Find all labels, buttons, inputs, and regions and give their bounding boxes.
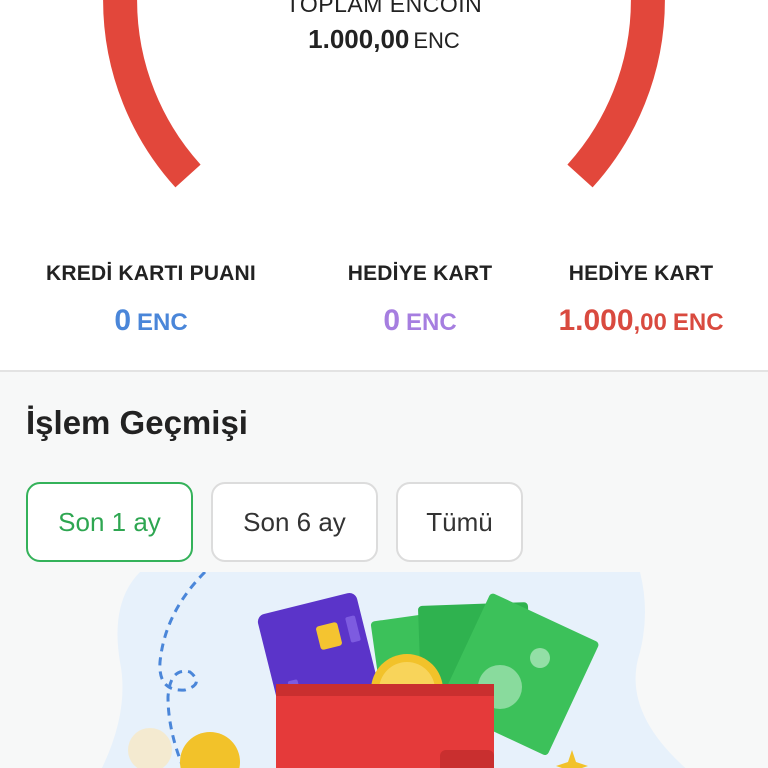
section-title: İşlem Geçmişi — [26, 404, 248, 441]
total-unit: ENC — [413, 28, 460, 53]
filter-all[interactable]: Tümü — [396, 482, 523, 562]
stat-value: 0 ENC — [40, 304, 262, 338]
gift-card-stat-2: HEDİYE KART 1.000,00 ENC — [530, 262, 752, 338]
stat-unit: ENC — [137, 309, 188, 336]
credit-card-points-stat: KREDİ KARTI PUANI 0 ENC — [40, 262, 262, 338]
stat-amount-dec: ,00 — [633, 309, 667, 336]
stat-amount-int: 1.000 — [558, 304, 634, 337]
total-amount: 1.000,00 — [308, 24, 410, 54]
stat-amount: 0 — [383, 304, 400, 337]
stat-value: 1.000,00 ENC — [530, 304, 752, 338]
stat-amount: 0 — [114, 304, 131, 337]
stat-unit: ENC — [672, 309, 724, 336]
filter-last-6-months[interactable]: Son 6 ay — [211, 482, 378, 562]
stat-unit: ENC — [406, 309, 457, 336]
filter-last-1-month[interactable]: Son 1 ay — [26, 482, 193, 562]
total-encoin-label: TOPLAM ENCOIN — [285, 0, 483, 17]
stat-label: HEDİYE KART — [568, 262, 714, 285]
gift-card-stat: HEDİYE KART 0 ENC — [320, 262, 520, 338]
wallet-icon — [276, 684, 494, 768]
stat-label: HEDİYE KART — [347, 262, 493, 285]
balance-summary: TOPLAM ENCOIN 1.000,00 ENC KREDİ KARTI PU… — [0, 0, 768, 372]
stat-value: 0 ENC — [320, 304, 520, 338]
stat-label: KREDİ KARTI PUANI — [46, 262, 256, 285]
empty-state-illustration — [101, 572, 686, 768]
total-encoin-value: 1.000,00 ENC — [0, 24, 768, 55]
transaction-history-section: İşlem Geçmişi Son 1 ay Son 6 ay Tümü — [0, 372, 768, 768]
